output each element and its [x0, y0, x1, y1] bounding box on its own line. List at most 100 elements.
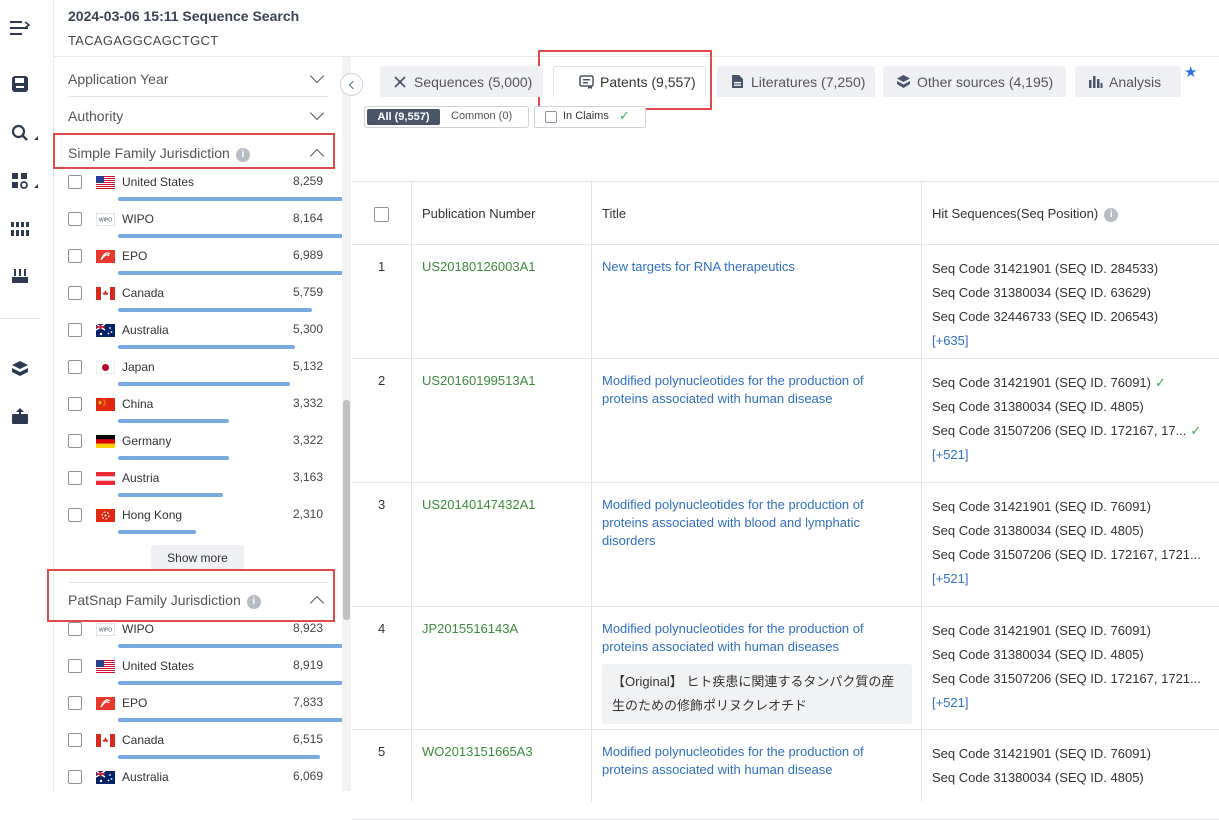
hit-sequence[interactable]: Seq Code 31507206 (SEQ ID. 172167, 17...…: [932, 419, 1219, 443]
publication-number-link[interactable]: US20160199513A1: [422, 373, 536, 388]
jurisdiction-checkbox[interactable]: [68, 434, 82, 448]
search-icon[interactable]: [9, 122, 31, 144]
filter-patsnap-family-jurisdiction[interactable]: PatSnap Family Jurisdictioni: [68, 582, 328, 618]
hit-sequence[interactable]: Seq Code 31380034 (SEQ ID. 4805): [932, 766, 1219, 790]
jurisdiction-checkbox[interactable]: [68, 770, 82, 784]
tab-analysis[interactable]: Analysis: [1075, 66, 1181, 97]
filter-authority[interactable]: Authority: [68, 98, 328, 134]
publication-number-link[interactable]: US20180126003A1: [422, 259, 536, 274]
jurisdiction-checkbox[interactable]: [68, 286, 82, 300]
info-icon[interactable]: i: [1104, 208, 1118, 222]
jurisdiction-checkbox[interactable]: [68, 212, 82, 226]
info-icon[interactable]: i: [247, 595, 261, 609]
jurisdiction-checkbox[interactable]: [68, 397, 82, 411]
hit-sequence[interactable]: Seq Code 31380034 (SEQ ID. 4805): [932, 643, 1219, 667]
flag-icon: [96, 324, 115, 337]
hit-sequence[interactable]: Seq Code 31380034 (SEQ ID. 4805): [932, 395, 1219, 419]
filter-simple-family-jurisdiction[interactable]: Simple Family Jurisdictioni: [68, 135, 328, 171]
scope-all-button[interactable]: All (9,557): [367, 109, 440, 125]
patent-title-link[interactable]: Modified polynucleotides for the product…: [602, 372, 907, 408]
more-hits-link[interactable]: [+521]: [932, 443, 1219, 467]
tab-other-sources[interactable]: Other sources (4,195): [883, 66, 1066, 97]
tab-literatures[interactable]: Literatures (7,250): [717, 66, 875, 97]
save-icon[interactable]: [9, 73, 31, 95]
hit-sequence[interactable]: Seq Code 31421901 (SEQ ID. 76091): [932, 742, 1219, 766]
jurisdiction-checkbox[interactable]: [68, 471, 82, 485]
publication-number-link[interactable]: WO2013151665A3: [422, 744, 533, 759]
table-row[interactable]: 5WO2013151665A3Modified polynucleotides …: [352, 730, 1219, 820]
in-claims-filter[interactable]: In Claims ✓: [534, 106, 646, 128]
publication-number-link[interactable]: US20140147432A1: [422, 497, 536, 512]
hit-sequence[interactable]: Seq Code 31380034 (SEQ ID. 4805): [932, 519, 1219, 543]
grid-search-icon[interactable]: [9, 170, 31, 192]
tray-icon[interactable]: [9, 265, 31, 287]
flag-icon: [96, 435, 115, 448]
tab-sequences[interactable]: Sequences (5,000): [380, 66, 543, 97]
jurisdiction-checkbox[interactable]: [68, 659, 82, 673]
jurisdiction-checkbox[interactable]: [68, 733, 82, 747]
patent-title-link[interactable]: Modified polynucleotides for the product…: [602, 496, 907, 550]
jurisdiction-checkbox[interactable]: [68, 249, 82, 263]
table-row[interactable]: 4JP2015516143AModified polynucleotides f…: [352, 607, 1219, 730]
jurisdiction-item[interactable]: Austria3,163: [68, 469, 328, 506]
jurisdiction-count: 5,132: [293, 359, 323, 373]
jurisdiction-checkbox[interactable]: [68, 360, 82, 374]
hit-sequence[interactable]: Seq Code 31421901 (SEQ ID. 284533): [932, 257, 1219, 281]
jurisdiction-item[interactable]: Hong Kong2,310: [68, 506, 328, 543]
jurisdiction-checkbox[interactable]: [68, 175, 82, 189]
patent-title-link[interactable]: New targets for RNA therapeutics: [602, 258, 907, 276]
jurisdiction-checkbox[interactable]: [68, 696, 82, 710]
table-row[interactable]: 2US20160199513A1Modified polynucleotides…: [352, 359, 1219, 483]
column-title[interactable]: Title: [602, 206, 626, 221]
jurisdiction-item[interactable]: Australia5,300: [68, 321, 328, 358]
box-icon[interactable]: [9, 358, 31, 380]
jurisdiction-item[interactable]: EPO7,833: [68, 694, 328, 731]
scope-common-button[interactable]: Common (0): [451, 110, 512, 122]
publication-number-link[interactable]: JP2015516143A: [422, 621, 518, 636]
in-claims-checkbox[interactable]: [545, 111, 557, 123]
jurisdiction-checkbox[interactable]: [68, 323, 82, 337]
hit-sequence[interactable]: Seq Code 31507206 (SEQ ID. 172167, 1721.…: [932, 667, 1219, 691]
jurisdiction-item[interactable]: Canada5,759: [68, 284, 328, 321]
jurisdiction-checkbox[interactable]: [68, 622, 82, 636]
column-publication-number[interactable]: Publication Number: [422, 206, 535, 221]
select-all-checkbox[interactable]: [374, 207, 389, 222]
more-hits-link[interactable]: [+635]: [932, 329, 1219, 353]
filter-application-year[interactable]: Application Year: [68, 61, 328, 97]
jurisdiction-item[interactable]: Australia6,069: [68, 768, 328, 791]
jurisdiction-item[interactable]: WIPOWIPO8,164: [68, 210, 328, 247]
menu-expand-icon[interactable]: [9, 17, 31, 39]
tab-patents[interactable]: Patents (9,557): [553, 66, 706, 97]
patent-title-link[interactable]: Modified polynucleotides for the product…: [602, 620, 907, 656]
patent-title-link[interactable]: Modified polynucleotides for the product…: [602, 743, 907, 779]
hit-sequence[interactable]: Seq Code 32446733 (SEQ ID. 206543): [932, 305, 1219, 329]
star-icon[interactable]: ★: [1184, 63, 1197, 81]
info-icon[interactable]: i: [236, 148, 250, 162]
export-icon[interactable]: [9, 405, 31, 427]
jurisdiction-checkbox[interactable]: [68, 508, 82, 522]
hit-sequence[interactable]: Seq Code 31380034 (SEQ ID. 63629): [932, 281, 1219, 305]
hit-sequence[interactable]: Seq Code 31421901 (SEQ ID. 76091): [932, 619, 1219, 643]
table-row[interactable]: 1US20180126003A1New targets for RNA ther…: [352, 245, 1219, 359]
jurisdiction-item[interactable]: EPO6,989: [68, 247, 328, 284]
chevron-down-icon: [310, 69, 324, 83]
jurisdiction-item[interactable]: United States8,259: [68, 173, 328, 210]
more-hits-link[interactable]: [+521]: [932, 691, 1219, 715]
hit-sequence[interactable]: Seq Code 31421901 (SEQ ID. 76091)✓: [932, 371, 1219, 395]
jurisdiction-item[interactable]: United States8,919: [68, 657, 328, 694]
table-row[interactable]: 3US20140147432A1Modified polynucleotides…: [352, 483, 1219, 607]
more-hits-link[interactable]: [+521]: [932, 567, 1219, 591]
barcode-icon[interactable]: [9, 218, 31, 240]
hit-sequence[interactable]: Seq Code 31421901 (SEQ ID. 76091): [932, 495, 1219, 519]
show-more-button[interactable]: Show more: [151, 545, 244, 570]
collapse-panel-button[interactable]: [340, 73, 363, 96]
jurisdiction-item[interactable]: China3,332: [68, 395, 328, 432]
column-hit-sequences[interactable]: Hit Sequences(Seq Position)i: [932, 206, 1118, 222]
jurisdiction-item[interactable]: WIPOWIPO8,923: [68, 620, 328, 657]
hit-sequence[interactable]: Seq Code 31507206 (SEQ ID. 172167, 1721.…: [932, 543, 1219, 567]
jurisdiction-item[interactable]: Japan5,132: [68, 358, 328, 395]
jurisdiction-item[interactable]: Canada6,515: [68, 731, 328, 768]
result-scope-toggle: All (9,557) Common (0): [364, 106, 529, 128]
jurisdiction-item[interactable]: Germany3,322: [68, 432, 328, 469]
scrollbar-thumb[interactable]: [343, 400, 350, 620]
